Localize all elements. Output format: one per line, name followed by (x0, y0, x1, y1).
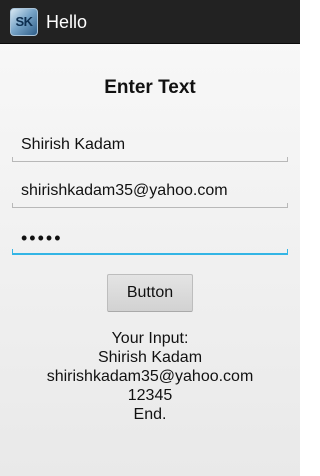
email-input[interactable] (12, 174, 288, 208)
password-input[interactable] (12, 221, 288, 255)
output-line: End. (133, 406, 167, 423)
password-field-right-tick (287, 249, 288, 255)
output-line: Your Input: (111, 330, 189, 347)
name-field-underline (12, 161, 288, 162)
output-text: Your Input: Shirish Kadam shirishkadam35… (0, 329, 300, 424)
output-line: shirishkadam35@yahoo.com (46, 368, 254, 385)
email-field-left-tick (12, 203, 13, 208)
action-bar: SK Hello (0, 0, 300, 44)
password-field-underline (12, 253, 288, 255)
app-logo-icon[interactable]: SK (10, 8, 38, 36)
password-field-left-tick (12, 249, 13, 255)
output-line: 12345 (127, 387, 173, 404)
name-input[interactable] (12, 128, 288, 162)
name-field-left-tick (12, 157, 13, 162)
email-field-underline (12, 207, 288, 208)
submit-button[interactable]: Button (107, 274, 193, 312)
output-line: Shirish Kadam (97, 349, 203, 366)
name-field-right-tick (287, 157, 288, 162)
name-field[interactable] (12, 128, 288, 162)
app-title: Hello (46, 12, 88, 32)
form-heading: Enter Text (104, 77, 196, 98)
password-field[interactable] (12, 221, 288, 255)
email-field[interactable] (12, 174, 288, 208)
app-screen: SK Hello Enter Text Button Your Input: S… (0, 0, 300, 476)
email-field-right-tick (287, 203, 288, 208)
